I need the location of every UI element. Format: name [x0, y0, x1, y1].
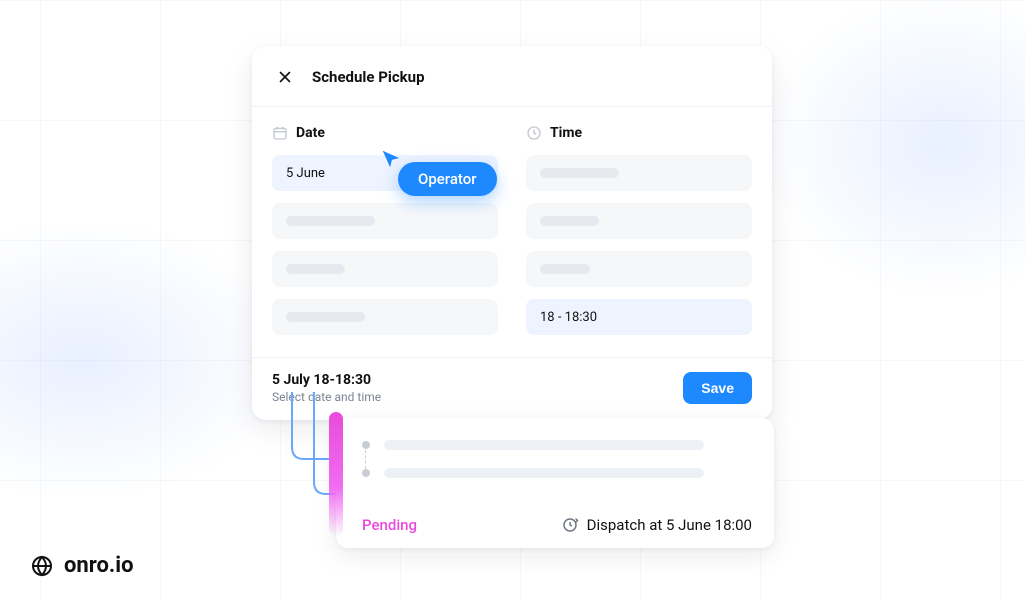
close-icon — [276, 68, 294, 86]
footer-summary: 5 July 18-18:30 — [272, 372, 381, 388]
placeholder-bar — [540, 216, 599, 226]
placeholder-bar — [286, 264, 345, 274]
task-accent-bar — [329, 412, 343, 537]
cursor-overlay: Operator — [380, 148, 402, 174]
task-line — [362, 440, 752, 450]
close-button[interactable] — [272, 64, 298, 90]
task-card[interactable]: Pending Dispatch at 5 June 18:00 — [336, 418, 774, 548]
stop-dot-icon — [362, 469, 370, 477]
time-option[interactable] — [526, 203, 752, 239]
placeholder-bar — [540, 168, 619, 178]
date-header: Date — [272, 125, 498, 141]
date-option[interactable] — [272, 203, 498, 239]
stop-dot-icon — [362, 441, 370, 449]
globe-icon — [30, 554, 54, 578]
status-badge: Pending — [362, 516, 417, 534]
operator-tooltip: Operator — [398, 162, 497, 196]
clock-icon — [526, 125, 542, 141]
panel-header: Schedule Pickup — [252, 46, 772, 106]
dispatch-clock-icon — [561, 516, 579, 534]
date-option[interactable] — [272, 251, 498, 287]
dispatch-label: Dispatch at 5 June 18:00 — [587, 516, 752, 534]
placeholder-bar — [286, 312, 365, 322]
cursor-icon — [380, 148, 402, 170]
time-column: Time 18 - 18:30 — [526, 125, 752, 335]
time-option[interactable]: 18 - 18:30 — [526, 299, 752, 335]
dispatch-info: Dispatch at 5 June 18:00 — [561, 516, 752, 534]
schedule-pickup-panel: Schedule Pickup Date 5 June Time — [252, 46, 772, 420]
date-option[interactable] — [272, 299, 498, 335]
task-footer: Pending Dispatch at 5 June 18:00 — [362, 516, 752, 534]
time-option[interactable] — [526, 155, 752, 191]
task-line — [362, 468, 752, 478]
placeholder-bar — [540, 264, 590, 274]
panel-title: Schedule Pickup — [312, 68, 425, 86]
date-option-value: 5 June — [286, 166, 325, 181]
placeholder-bar — [286, 216, 375, 226]
task-body — [362, 440, 752, 478]
date-label: Date — [296, 125, 325, 141]
panel-body: Date 5 June Time 18 - 18:30 — [252, 107, 772, 357]
stop-connector — [365, 450, 366, 474]
calendar-icon — [272, 125, 288, 141]
placeholder-bar — [384, 440, 704, 450]
time-label: Time — [550, 125, 582, 141]
brand-name: onro.io — [64, 553, 134, 578]
save-button[interactable]: Save — [683, 372, 752, 404]
time-option-value: 18 - 18:30 — [540, 310, 597, 325]
placeholder-bar — [384, 468, 704, 478]
brand: onro.io — [30, 553, 134, 578]
time-header: Time — [526, 125, 752, 141]
time-option[interactable] — [526, 251, 752, 287]
